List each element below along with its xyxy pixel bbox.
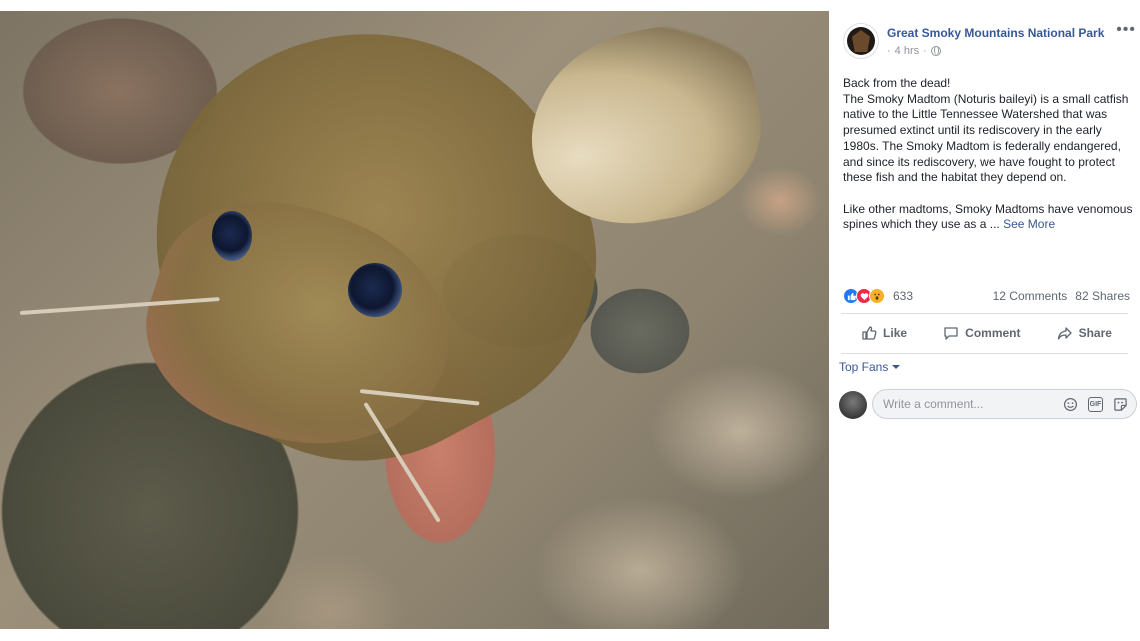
wow-icon [869,288,885,304]
post-text-paragraph: The Smoky Madtom (Noturis baileyi) is a … [843,91,1129,185]
post-text: Back from the dead! The Smoky Madtom (No… [843,76,1133,233]
gif-icon[interactable]: GIF [1088,397,1103,412]
comment-input[interactable] [883,397,1053,411]
comment-composer: GIF [839,389,1139,421]
caret-down-icon [892,365,901,369]
comment-filter-dropdown[interactable]: Top Fans [839,360,901,374]
sticker-icon[interactable] [1113,397,1128,412]
page-avatar[interactable] [843,23,879,59]
divider [841,313,1128,314]
divider [841,353,1128,354]
user-avatar[interactable] [839,391,867,419]
comment-filter-label: Top Fans [839,360,889,374]
dot-separator: · [923,45,927,57]
post-text-paragraph: Like other madtoms, Smoky Madtoms have v… [843,202,1133,233]
comment-label: Comment [965,326,1021,340]
comment-icon [944,327,958,340]
fish-eye-left [212,211,252,261]
thumbs-up-icon [862,326,877,340]
see-more-link[interactable]: See More [1003,217,1055,231]
comment-input-icons: GIF [1063,397,1128,412]
post-meta: · 4 hrs · [887,45,941,57]
share-icon [1057,327,1072,340]
ellipsis-text: ... [989,217,1000,232]
post-header: Great Smoky Mountains National Park · 4 … [843,22,1136,63]
comment-input-box[interactable]: GIF [872,389,1137,419]
share-button[interactable]: Share [1057,325,1112,341]
dot-separator: · [887,45,891,57]
ellipsis-icon[interactable]: ••• [1116,22,1136,38]
post-photo[interactable] [0,11,829,629]
emoji-icon[interactable] [1063,397,1078,412]
post-text-truncated: Like other madtoms, Smoky Madtoms have v… [843,201,1133,232]
page-name-link[interactable]: Great Smoky Mountains National Park [887,26,1104,40]
post-panel: Great Smoky Mountains National Park · 4 … [829,11,1140,641]
share-label: Share [1078,326,1112,340]
bottom-strip [0,629,829,641]
comment-button[interactable]: Comment [943,325,1021,341]
globe-icon[interactable] [930,46,941,56]
post-time[interactable]: 4 hrs [895,45,919,57]
shares-count[interactable]: 82 Shares [1075,289,1130,303]
fish-eye-right [348,263,402,317]
nps-arrowhead-logo [847,27,875,55]
arrowhead-icon [852,30,870,52]
like-label: Like [883,326,908,340]
reaction-icons[interactable] [843,288,885,304]
top-strip [0,0,1140,11]
reaction-bar: 633 12 Comments 82 Shares [843,287,1130,307]
like-button[interactable]: Like [861,325,907,341]
reaction-count[interactable]: 633 [893,289,913,303]
post-text-line: Back from the dead! [843,76,951,90]
engagement-counts: 12 Comments 82 Shares [993,289,1130,303]
comments-count[interactable]: 12 Comments [993,289,1068,303]
action-bar: Like Comment Share [843,319,1130,347]
